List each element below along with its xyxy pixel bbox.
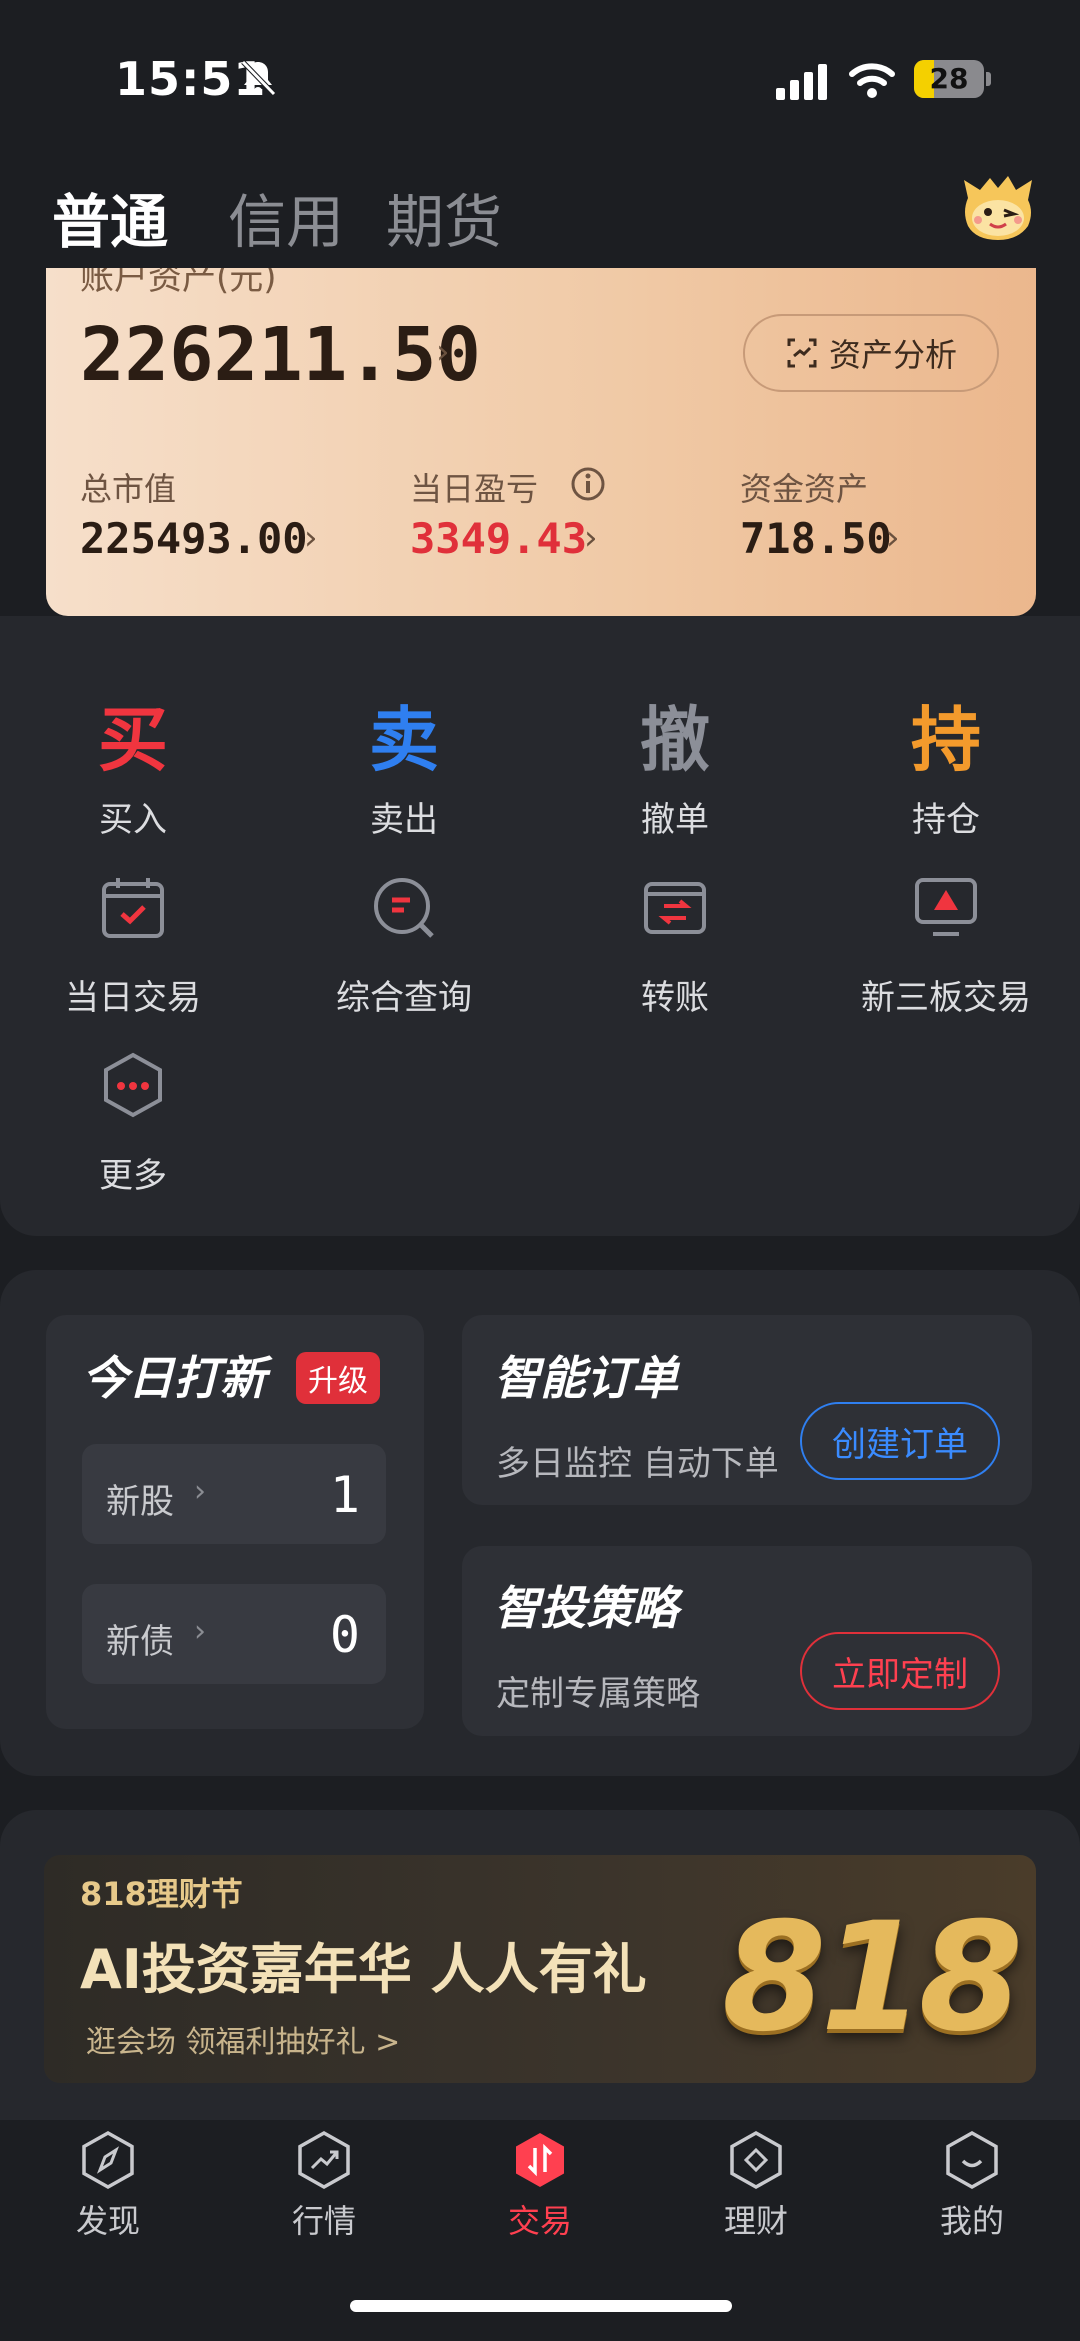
smart-order-subtitle: 多日监控 自动下单	[496, 1444, 779, 1484]
profile-icon	[946, 2130, 998, 2190]
fund-assets-value[interactable]: 718.50	[740, 514, 892, 563]
trend-icon	[298, 2130, 350, 2190]
new-bond-row[interactable]: 新债 › 0	[82, 1584, 386, 1684]
market-value-label: 总市值	[80, 470, 177, 508]
transfer-label[interactable]: 转账	[555, 970, 795, 1019]
sell-button-label[interactable]: 卖出	[284, 792, 524, 841]
smart-order-title: 智能订单	[494, 1351, 678, 1405]
cancel-order-button-label[interactable]: 撤单	[555, 792, 795, 841]
tab-credit[interactable]: 信用	[228, 175, 344, 259]
compass-icon	[82, 2130, 134, 2190]
new-bond-label: 新债	[106, 1622, 174, 1662]
new-stock-row[interactable]: 新股 › 1	[82, 1444, 386, 1544]
nav-market[interactable]: 行情	[216, 2130, 432, 2242]
info-icon[interactable]	[570, 466, 606, 502]
ipo-title: 今日打新	[82, 1351, 266, 1405]
asset-total[interactable]: 226211.50	[80, 312, 481, 398]
transfer-icon[interactable]	[642, 874, 708, 940]
home-indicator[interactable]	[350, 2300, 732, 2312]
asset-analysis-button[interactable]: 资产分析	[743, 314, 999, 392]
chevron-right-icon[interactable]: ›	[886, 518, 900, 558]
cancel-order-icon[interactable]: 撤	[605, 684, 745, 785]
smart-strategy-subtitle: 定制专属策略	[496, 1674, 700, 1714]
wifi-icon	[849, 63, 895, 98]
daily-pnl-value[interactable]: 3349.43	[410, 514, 587, 563]
new-stock-count: 1	[329, 1466, 360, 1524]
new-bond-count: 0	[329, 1606, 360, 1664]
upgrade-badge[interactable]: 升级	[296, 1352, 380, 1404]
banner-818-graphic: 818	[722, 1891, 1023, 2065]
buy-button-label[interactable]: 买入	[13, 792, 253, 841]
more-icon[interactable]	[100, 1052, 166, 1118]
promo-banner[interactable]: 818理财节 AI投资嘉年华 人人有礼 逛会场 领福利抽好礼 > 818	[44, 1855, 1036, 2083]
nav-market-label: 行情	[291, 2202, 356, 2240]
banner-subtitle[interactable]: 逛会场 领福利抽好礼 >	[86, 2017, 400, 2061]
mascot-avatar-icon[interactable]	[960, 172, 1036, 242]
calendar-check-icon[interactable]	[100, 874, 166, 940]
nav-trade[interactable]: 交易	[432, 2130, 648, 2242]
monitor-icon[interactable]	[913, 874, 979, 940]
general-query-label[interactable]: 综合查询	[284, 970, 524, 1019]
holdings-button-label[interactable]: 持仓	[826, 792, 1066, 841]
neeq-trading-label[interactable]: 新三板交易	[826, 970, 1066, 1019]
battery-tip	[986, 72, 991, 86]
more-label[interactable]: 更多	[13, 1148, 253, 1197]
smart-strategy-title: 智投策略	[494, 1581, 678, 1635]
market-value[interactable]: 225493.00	[80, 514, 308, 563]
nav-wealth-label: 理财	[723, 2202, 788, 2240]
wealth-icon	[730, 2130, 782, 2190]
chevron-right-icon: ›	[194, 1474, 206, 1509]
battery-indicator: 28	[914, 60, 984, 98]
tab-futures[interactable]: 期货	[386, 175, 502, 259]
search-query-icon[interactable]	[370, 874, 436, 940]
fund-assets-label: 资金资产	[740, 470, 869, 508]
nav-profile[interactable]: 我的	[864, 2130, 1080, 2242]
tab-normal[interactable]: 普通	[52, 175, 168, 259]
analysis-scan-icon	[787, 338, 817, 368]
create-order-button[interactable]: 创建订单	[800, 1402, 1000, 1480]
nav-discover-label: 发现	[75, 2202, 140, 2240]
new-stock-label: 新股	[106, 1482, 174, 1522]
chevron-right-icon[interactable]: ›	[436, 332, 450, 372]
holdings-icon[interactable]: 持	[876, 684, 1016, 785]
nav-profile-label: 我的	[939, 2202, 1004, 2240]
daily-trades-label[interactable]: 当日交易	[13, 970, 253, 1019]
banner-title: AI投资嘉年华 人人有礼	[80, 1938, 647, 2001]
sell-icon[interactable]: 卖	[334, 684, 474, 785]
signal-icon	[776, 64, 827, 100]
daily-pnl-label: 当日盈亏	[410, 470, 539, 508]
asset-card: 账户资产(元) 226211.50 › 资产分析 总市值 225493.00 ›…	[46, 268, 1036, 616]
bell-muted-icon	[241, 60, 276, 96]
trade-icon	[516, 2133, 564, 2187]
asset-label: 账户资产(元)	[80, 268, 277, 298]
battery-percent: 28	[929, 62, 969, 95]
nav-wealth[interactable]: 理财	[648, 2130, 864, 2242]
asset-analysis-label: 资产分析	[828, 336, 957, 374]
chevron-right-icon[interactable]: ›	[304, 518, 318, 558]
chevron-right-icon: ›	[194, 1614, 206, 1649]
customize-now-button[interactable]: 立即定制	[800, 1632, 1000, 1710]
chevron-right-icon[interactable]: ›	[584, 518, 598, 558]
nav-trade-label: 交易	[507, 2202, 572, 2240]
banner-tag: 818理财节	[80, 1875, 243, 1913]
nav-discover[interactable]: 发现	[0, 2130, 216, 2242]
buy-icon[interactable]: 买	[63, 684, 203, 785]
